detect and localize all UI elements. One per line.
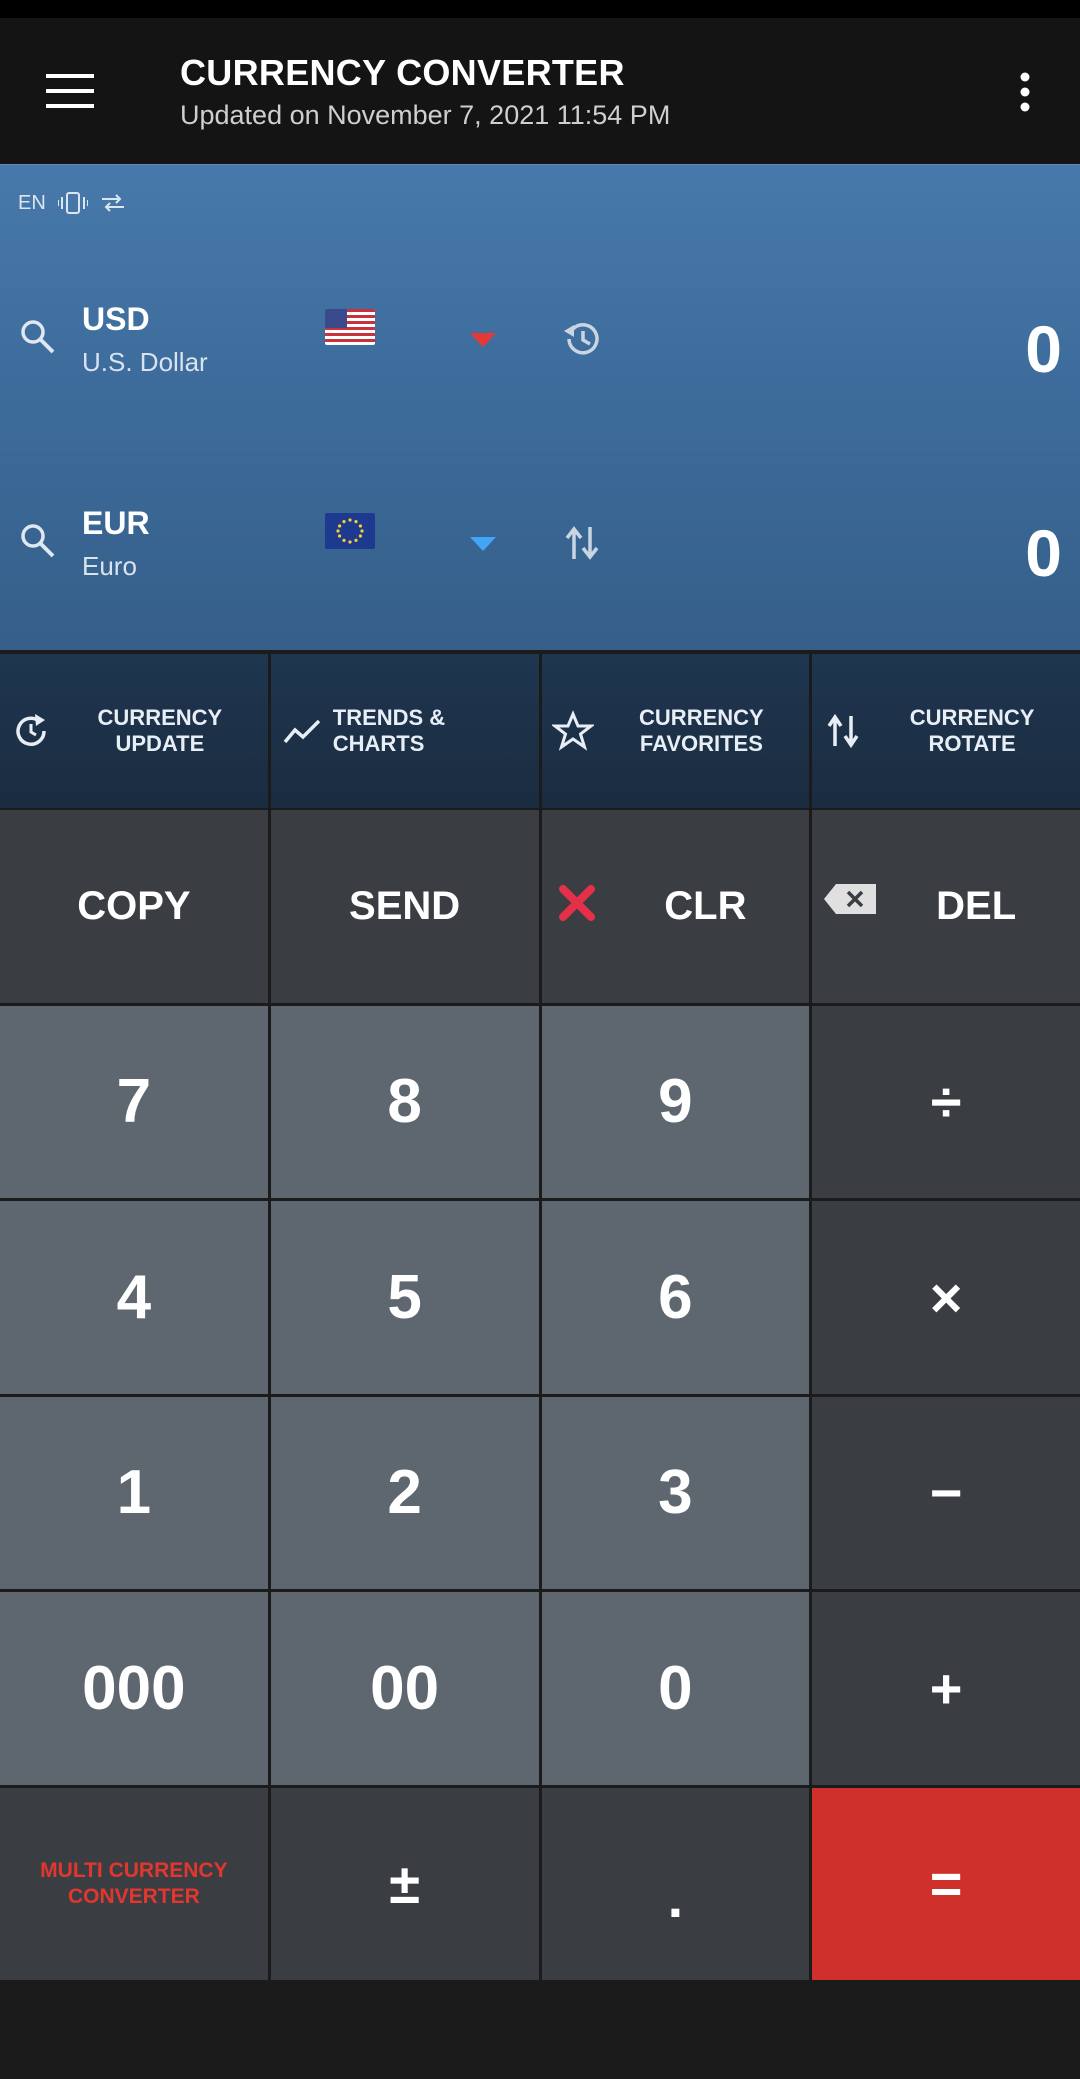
currency-update-button[interactable]: CURRENCY UPDATE bbox=[0, 654, 268, 808]
backspace-icon bbox=[824, 884, 877, 914]
star-icon bbox=[551, 710, 594, 751]
delete-label: DEL bbox=[936, 883, 1017, 928]
language-toggle[interactable]: EN bbox=[18, 192, 46, 215]
key-00-label: 00 bbox=[370, 1653, 440, 1723]
add-button[interactable]: + bbox=[812, 1592, 1080, 1785]
key-9-label: 9 bbox=[658, 1067, 693, 1137]
key-2[interactable]: 2 bbox=[270, 1396, 539, 1589]
converter-panel: EN USD U.S. Dollar 0 EUR Euro 0 bbox=[0, 164, 1080, 650]
key-4-label: 4 bbox=[116, 1262, 152, 1332]
equals-label: = bbox=[929, 1852, 963, 1916]
key-9[interactable]: 9 bbox=[541, 1005, 810, 1198]
close-icon bbox=[558, 885, 595, 921]
refresh-icon bbox=[16, 714, 46, 746]
swap-vertical-icon[interactable] bbox=[560, 521, 604, 565]
decimal-point-label: . bbox=[667, 1866, 684, 1930]
key-7[interactable]: 7 bbox=[0, 1005, 268, 1198]
key-6-label: 6 bbox=[658, 1262, 693, 1332]
to-currency-code: EUR bbox=[82, 505, 150, 541]
search-icon[interactable] bbox=[18, 317, 58, 357]
currency-favorites-label: CURRENCY FAVORITES bbox=[639, 705, 764, 756]
to-currency-name: Euro bbox=[82, 551, 137, 581]
send-label: SEND bbox=[349, 883, 461, 928]
us-flag-icon bbox=[325, 309, 375, 345]
trend-icon bbox=[283, 719, 320, 744]
multiply-label: × bbox=[929, 1265, 963, 1329]
key-2-label: 2 bbox=[387, 1458, 422, 1528]
key-5[interactable]: 5 bbox=[270, 1201, 539, 1394]
from-currency-row[interactable]: USD U.S. Dollar 0 bbox=[0, 271, 1080, 421]
subtract-label: − bbox=[929, 1461, 963, 1525]
currency-rotate-label: CURRENCY ROTATE bbox=[909, 705, 1035, 756]
key-0-label: 0 bbox=[658, 1653, 693, 1723]
key-8-label: 8 bbox=[387, 1067, 422, 1137]
vibrate-icon[interactable] bbox=[57, 191, 88, 215]
key-8[interactable]: 8 bbox=[270, 1005, 539, 1198]
add-label: + bbox=[929, 1656, 963, 1720]
system-nav-bar bbox=[0, 1980, 1080, 2079]
swap-horizontal-icon[interactable] bbox=[100, 192, 126, 214]
delete-button[interactable]: DEL bbox=[812, 810, 1080, 1003]
tools-bar: CURRENCY UPDATE TRENDS & CHARTS CURRENCY… bbox=[0, 654, 1080, 808]
currency-favorites-button[interactable]: CURRENCY FAVORITES bbox=[541, 654, 810, 808]
eu-flag-icon bbox=[325, 513, 375, 549]
key-000[interactable]: 000 bbox=[0, 1592, 268, 1785]
key-5-label: 5 bbox=[387, 1262, 422, 1332]
search-icon[interactable] bbox=[18, 521, 58, 561]
multi-currency-label: MULTI CURRENCY CONVERTER bbox=[40, 1858, 228, 1908]
clear-button[interactable]: CLR bbox=[541, 810, 810, 1003]
more-vert-icon bbox=[1020, 72, 1030, 112]
from-currency-code: USD bbox=[82, 301, 150, 337]
key-3[interactable]: 3 bbox=[541, 1396, 810, 1589]
swap-icon bbox=[827, 713, 859, 749]
hamburger-icon bbox=[46, 74, 94, 108]
divide-button[interactable]: ÷ bbox=[812, 1005, 1080, 1198]
calculator-keypad: COPY SEND CLR DEL 7 8 9 ÷ 4 5 6 × 1 2 3 … bbox=[0, 810, 1080, 1980]
to-currency-dropdown-icon[interactable] bbox=[470, 537, 496, 551]
key-3-label: 3 bbox=[658, 1458, 693, 1528]
key-1[interactable]: 1 bbox=[0, 1396, 268, 1589]
key-00[interactable]: 00 bbox=[270, 1592, 539, 1785]
key-000-label: 000 bbox=[82, 1653, 186, 1723]
multi-currency-converter-button[interactable]: MULTI CURRENCY CONVERTER bbox=[0, 1787, 268, 1980]
quick-settings-bar: EN bbox=[18, 191, 126, 215]
from-currency-dropdown-icon[interactable] bbox=[470, 333, 496, 347]
copy-label: COPY bbox=[77, 883, 191, 928]
overflow-menu-button[interactable] bbox=[1000, 66, 1050, 118]
updated-timestamp: Updated on November 7, 2021 11:54 PM bbox=[180, 100, 671, 130]
multiply-button[interactable]: × bbox=[812, 1201, 1080, 1394]
key-7-label: 7 bbox=[116, 1067, 152, 1137]
key-0[interactable]: 0 bbox=[541, 1592, 810, 1785]
divide-label: ÷ bbox=[930, 1070, 962, 1134]
currency-rotate-button[interactable]: CURRENCY ROTATE bbox=[812, 654, 1080, 808]
copy-button[interactable]: COPY bbox=[0, 810, 268, 1003]
to-amount-display[interactable]: 0 bbox=[1025, 515, 1062, 591]
from-amount-display[interactable]: 0 bbox=[1025, 311, 1062, 387]
plus-minus-label: ± bbox=[389, 1852, 420, 1916]
equals-button[interactable]: = bbox=[812, 1787, 1080, 1980]
menu-button[interactable] bbox=[30, 60, 110, 122]
trends-charts-button[interactable]: TRENDS & CHARTS bbox=[270, 654, 539, 808]
key-6[interactable]: 6 bbox=[541, 1201, 810, 1394]
decimal-point-button[interactable]: . bbox=[541, 1787, 810, 1980]
clear-label: CLR bbox=[664, 883, 747, 928]
status-bar bbox=[0, 0, 1080, 18]
key-4[interactable]: 4 bbox=[0, 1201, 268, 1394]
currency-update-label: CURRENCY UPDATE bbox=[97, 705, 223, 756]
history-icon[interactable] bbox=[560, 317, 604, 361]
from-currency-name: U.S. Dollar bbox=[82, 347, 208, 377]
to-currency-row[interactable]: EUR Euro 0 bbox=[0, 475, 1080, 625]
trends-charts-label: TRENDS & CHARTS bbox=[332, 705, 446, 756]
app-title: CURRENCY CONVERTER bbox=[180, 52, 625, 93]
app-bar: CURRENCY CONVERTER Updated on November 7… bbox=[0, 18, 1080, 164]
send-button[interactable]: SEND bbox=[270, 810, 539, 1003]
key-1-label: 1 bbox=[116, 1458, 152, 1528]
plus-minus-button[interactable]: ± bbox=[270, 1787, 539, 1980]
subtract-button[interactable]: − bbox=[812, 1396, 1080, 1589]
